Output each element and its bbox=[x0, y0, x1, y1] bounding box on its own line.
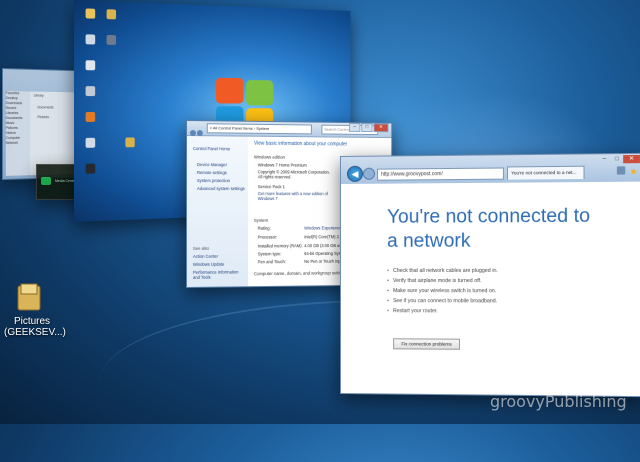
pictures-folder-label[interactable]: Pictures (GEEKSEV...) bbox=[4, 316, 60, 338]
control-panel-left-nav: Control Panel Home Device Manager Remote… bbox=[187, 136, 248, 287]
library-item[interactable]: Pictures bbox=[37, 115, 49, 120]
row-label: Installed memory (RAM): bbox=[258, 243, 303, 248]
list-item: Check that all network cables are plugge… bbox=[387, 266, 498, 276]
minimize-button[interactable]: – bbox=[349, 123, 360, 132]
row-label: Pen and Touch: bbox=[258, 259, 286, 264]
page-title: View basic information about your comput… bbox=[254, 141, 347, 148]
home-icon[interactable] bbox=[617, 166, 625, 174]
row-label: Rating: bbox=[258, 226, 271, 231]
control-panel-address-bar[interactable]: « All Control Panel Items › System bbox=[207, 123, 312, 134]
computer-icon[interactable] bbox=[86, 34, 96, 44]
see-also-heading: See also bbox=[193, 246, 209, 251]
firefox-icon[interactable] bbox=[86, 112, 96, 122]
close-button[interactable]: ✕ bbox=[374, 123, 389, 132]
advanced-settings-link[interactable]: Advanced system settings bbox=[197, 186, 245, 191]
error-heading: You're not connected to a network bbox=[387, 204, 602, 253]
favorites-star-icon[interactable]: ★ bbox=[629, 166, 637, 177]
edition-name: Windows 7 Home Premium bbox=[258, 162, 307, 167]
ie-page: You're not connected to a network Check … bbox=[340, 182, 640, 398]
sidebar-item[interactable]: Network bbox=[6, 141, 30, 146]
computer-name-heading: Computer name, domain, and workgroup set… bbox=[254, 270, 346, 276]
row-label: Processor: bbox=[258, 235, 277, 240]
device-manager-link[interactable]: Device Manager bbox=[197, 162, 227, 167]
list-item: Verify that airplane mode is turned off. bbox=[387, 276, 498, 286]
library-title: Library bbox=[34, 94, 44, 99]
remote-settings-link[interactable]: Remote settings bbox=[197, 170, 227, 175]
explorer-sidebar: Favorites Desktop Downloads Recent Libra… bbox=[6, 91, 30, 176]
media-label: Media Center bbox=[55, 179, 76, 184]
edition-heading: Windows edition bbox=[254, 155, 285, 160]
folder-icon[interactable] bbox=[107, 9, 116, 19]
back-arrow-icon[interactable]: ◀ bbox=[347, 166, 363, 182]
folder-icon[interactable] bbox=[86, 8, 96, 18]
forward-arrow-icon[interactable] bbox=[363, 168, 375, 180]
close-button[interactable]: ✕ bbox=[623, 155, 640, 163]
folder-icon[interactable] bbox=[125, 137, 134, 147]
recycle-bin-icon[interactable] bbox=[86, 86, 96, 96]
troubleshooting-list: Check that all network cables are plugge… bbox=[387, 266, 498, 317]
row-label: System type: bbox=[258, 251, 281, 256]
app-icon[interactable] bbox=[86, 164, 96, 174]
window-controls: – □ ✕ bbox=[598, 155, 640, 164]
minimize-button[interactable]: – bbox=[598, 155, 611, 163]
network-icon[interactable] bbox=[107, 35, 116, 45]
media-logo-icon bbox=[41, 177, 51, 185]
library-item[interactable]: Documents bbox=[37, 105, 53, 110]
pictures-folder-icon[interactable] bbox=[16, 282, 42, 312]
windows-update-link[interactable]: Windows Update bbox=[193, 262, 224, 267]
internet-explorer-window[interactable]: ◀ http://www.groovypost.com/ You're not … bbox=[340, 153, 640, 397]
list-item: Make sure your wireless switch is turned… bbox=[387, 286, 498, 296]
app-icon[interactable] bbox=[86, 138, 96, 148]
list-item: See if you can connect to mobile broadba… bbox=[387, 296, 498, 306]
window-controls: – □ ✕ bbox=[348, 123, 388, 131]
ie-address-bar[interactable]: http://www.groovypost.com/ bbox=[377, 167, 504, 180]
upgrade-link[interactable]: Get more features with a new edition of … bbox=[258, 191, 335, 201]
maximize-button[interactable]: □ bbox=[611, 155, 624, 163]
performance-link[interactable]: Performance Information and Tools bbox=[193, 269, 246, 280]
ie-tab[interactable]: You're not connected to a net... bbox=[507, 166, 585, 180]
recycle-bin-icon[interactable] bbox=[86, 60, 96, 70]
copyright-text: Copyright © 2009 Microsoft Corporation. … bbox=[258, 169, 335, 179]
action-center-link[interactable]: Action Center bbox=[193, 254, 218, 259]
maximize-button[interactable]: □ bbox=[361, 123, 372, 132]
list-item: Restart your router. bbox=[387, 306, 498, 316]
service-pack: Service Pack 1 bbox=[258, 184, 285, 189]
watermark: groovyPublishing bbox=[490, 392, 627, 411]
system-protection-link[interactable]: System protection bbox=[197, 178, 230, 183]
row-value: No Pen or Touch Input bbox=[304, 259, 344, 264]
fix-connection-button[interactable]: Fix connection problems bbox=[393, 338, 460, 349]
back-forward-buttons[interactable] bbox=[190, 123, 204, 132]
system-heading: System bbox=[254, 218, 268, 223]
control-panel-home-link[interactable]: Control Panel Home bbox=[193, 146, 230, 151]
